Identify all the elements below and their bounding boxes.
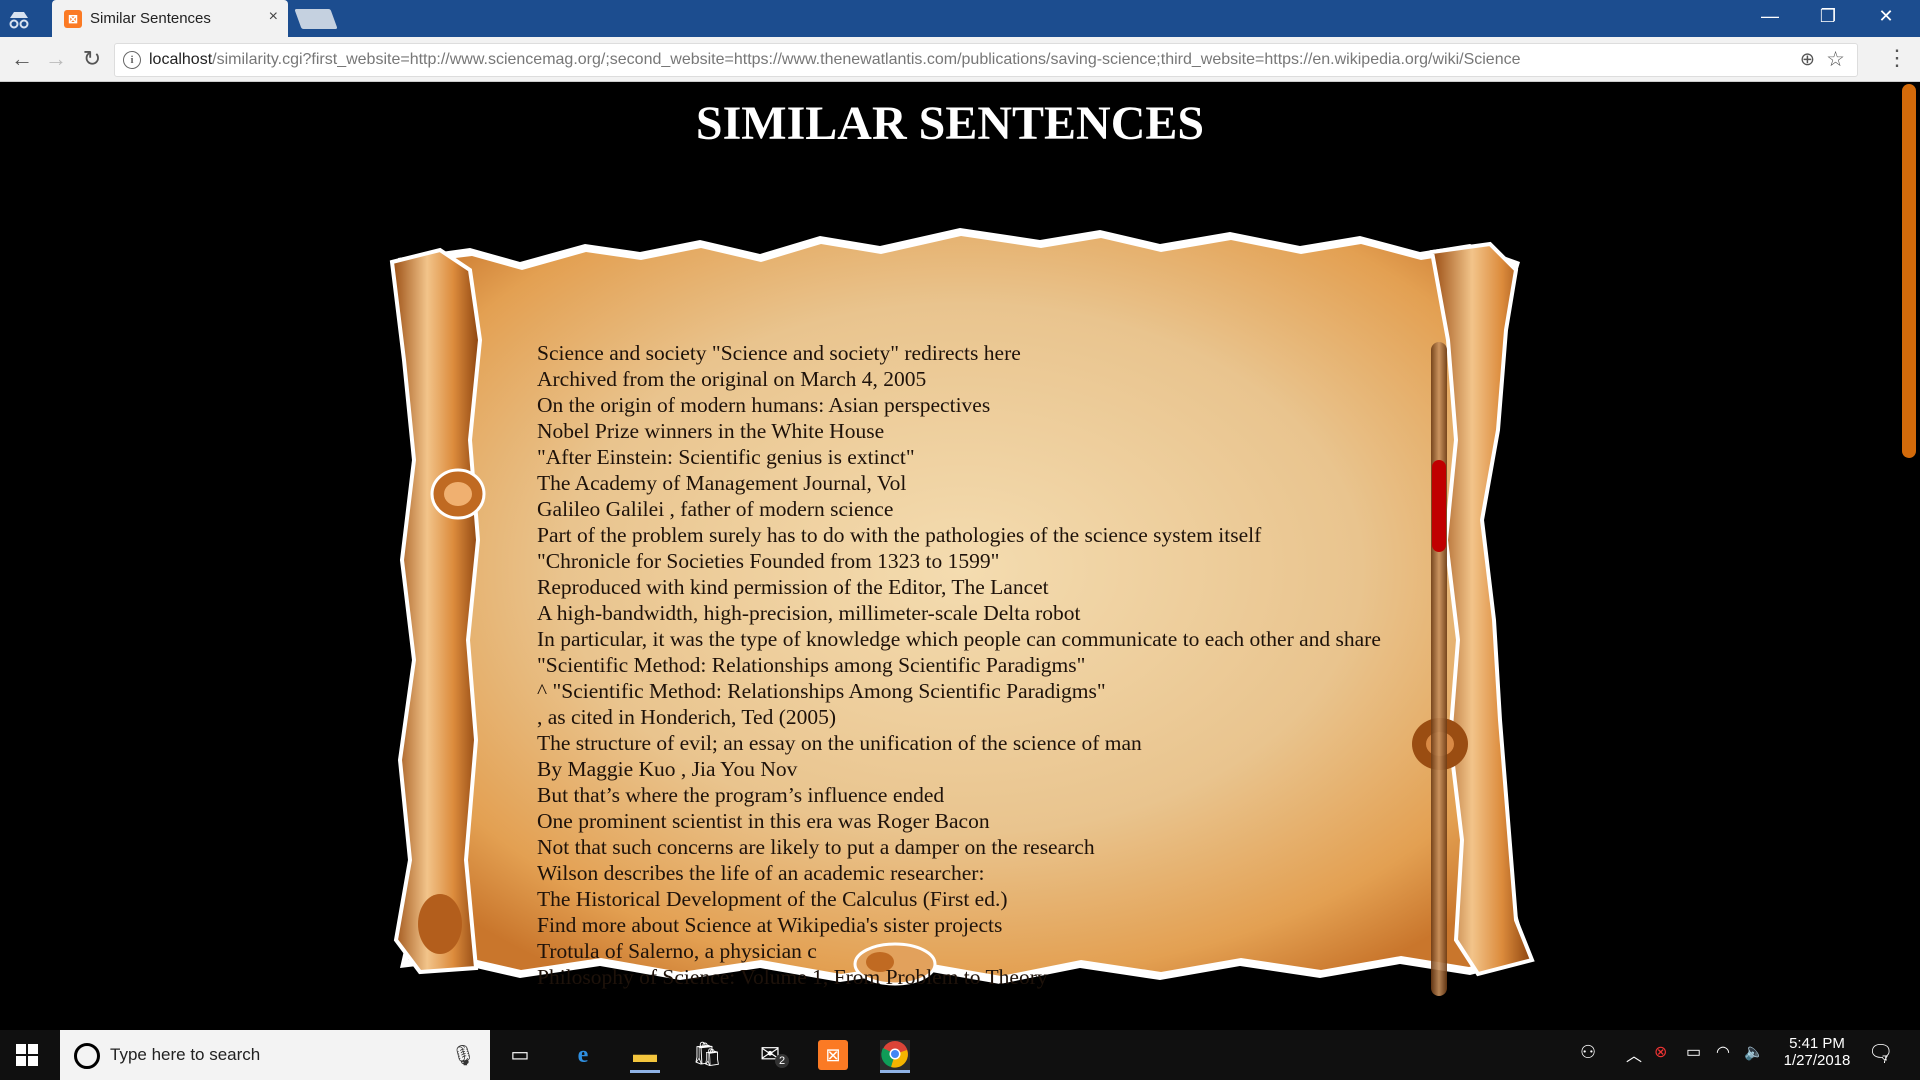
sentence-item: Science and society "Science and society… — [537, 341, 1021, 365]
sentence-item: By Maggie Kuo , Jia You Nov — [537, 757, 798, 781]
volume-icon[interactable]: 🔈 — [1744, 1042, 1764, 1062]
chrome-logo-icon — [881, 1041, 908, 1068]
sentence-item: ^ "Scientific Method: Relationships Amon… — [537, 679, 1106, 703]
file-explorer-icon[interactable]: ▬ — [630, 1040, 660, 1073]
sentence-item: In particular, it was the type of knowle… — [537, 627, 1381, 651]
clock[interactable]: 5:41 PM 1/27/2018 — [1782, 1035, 1852, 1069]
sentence-item: Philosophy of Science: Volume 1, From Pr… — [537, 965, 1048, 989]
similar-sentences-list[interactable]: Science and society "Science and society… — [537, 340, 1427, 990]
cortana-icon — [74, 1043, 100, 1069]
sentence-item: On the origin of modern humans: Asian pe… — [537, 393, 991, 417]
people-icon[interactable]: ⚇ — [1580, 1042, 1596, 1063]
wifi-icon[interactable]: ◠ — [1716, 1042, 1730, 1062]
sentence-item: Part of the problem surely has to do wit… — [537, 523, 1262, 547]
sentence-item: , as cited in Honderich, Ted (2005) — [537, 705, 837, 729]
sentence-item: Galileo Galilei , father of modern scien… — [537, 497, 894, 521]
mail-icon[interactable]: ✉ 2 — [755, 1040, 789, 1070]
sentence-item: The Historical Development of the Calcul… — [537, 887, 1008, 911]
sentence-item: Find more about Science at Wikipedia's s… — [537, 913, 1003, 937]
chrome-icon[interactable] — [880, 1040, 910, 1073]
sentence-item: One prominent scientist in this era was … — [537, 809, 990, 833]
sentence-item: "Scientific Method: Relationships among … — [537, 653, 1086, 677]
task-view-icon[interactable]: ▭ — [505, 1040, 535, 1070]
sentence-item: The structure of evil; an essay on the u… — [537, 731, 1142, 755]
sentence-item: Reproduced with kind permission of the E… — [537, 575, 1049, 599]
sentence-item: Wilson describes the life of an academic… — [537, 861, 985, 885]
sentence-item: But that’s where the program’s influence… — [537, 783, 945, 807]
edge-icon[interactable]: e — [568, 1040, 598, 1070]
windows-start-icon[interactable] — [16, 1044, 38, 1066]
taskbar-search[interactable]: Type here to search 🎙 — [60, 1030, 490, 1080]
search-placeholder: Type here to search — [110, 1045, 261, 1064]
mail-badge: 2 — [775, 1054, 789, 1068]
notification-count: 7 — [1882, 1054, 1889, 1066]
sentence-item: "After Einstein: Scientific genius is ex… — [537, 445, 915, 469]
sentences-scrollbar-track[interactable] — [1431, 342, 1447, 996]
sentence-item: "Chronicle for Societies Founded from 13… — [537, 549, 1000, 573]
sentence-item: Archived from the original on March 4, 2… — [537, 367, 927, 391]
taskbar: Type here to search 🎙 ▭ e ▬ 🛍 ✉ 2 ⊠ ⚇ ︿ ⊗… — [0, 1030, 1920, 1080]
store-icon[interactable]: 🛍 — [692, 1040, 722, 1070]
sentence-item: Nobel Prize winners in the White House — [537, 419, 885, 443]
microphone-icon[interactable]: 🎙 — [451, 1043, 476, 1068]
sentences-scrollbar-thumb[interactable] — [1432, 460, 1446, 552]
security-icon[interactable]: ⊗ — [1654, 1042, 1667, 1062]
sentence-item: The Academy of Management Journal, Vol — [537, 471, 907, 495]
sentence-item: A high-bandwidth, high-precision, millim… — [537, 601, 1081, 625]
sentence-item: Trotula of Salerno, a physician c — [537, 939, 817, 963]
clock-time: 5:41 PM — [1789, 1035, 1845, 1052]
action-center-icon[interactable]: 🗨 7 — [1868, 1040, 1893, 1066]
battery-icon[interactable]: ▭ — [1686, 1042, 1701, 1062]
sentence-item: Not that such concerns are likely to put… — [537, 835, 1095, 859]
clock-date: 1/27/2018 — [1783, 1052, 1851, 1069]
chevron-up-icon[interactable]: ︿ — [1626, 1042, 1642, 1066]
xampp-icon[interactable]: ⊠ — [818, 1040, 848, 1070]
